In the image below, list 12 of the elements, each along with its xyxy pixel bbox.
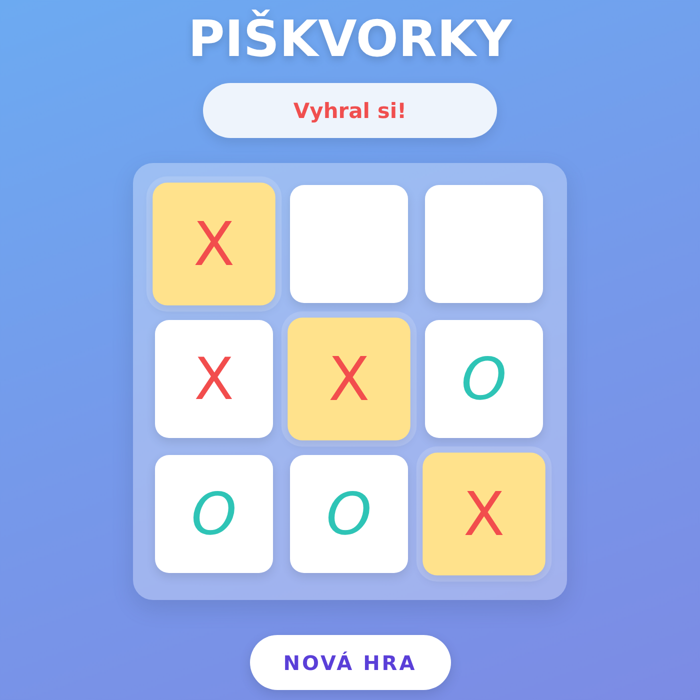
board-cell[interactable]: X: [155, 320, 273, 438]
game-title: PIŠKVORKY: [188, 8, 512, 70]
board-cell[interactable]: O: [290, 455, 408, 573]
status-message: Vyhral si!: [203, 83, 497, 138]
board-cell[interactable]: [290, 185, 408, 303]
board-cell[interactable]: O: [425, 320, 543, 438]
board-cell[interactable]: X: [288, 318, 410, 440]
board-cell[interactable]: X: [152, 182, 276, 306]
board-cell[interactable]: O: [155, 455, 273, 573]
new-game-button[interactable]: NOVÁ HRA: [250, 635, 450, 690]
board-cell[interactable]: [425, 185, 543, 303]
board-cell[interactable]: X: [422, 452, 546, 576]
